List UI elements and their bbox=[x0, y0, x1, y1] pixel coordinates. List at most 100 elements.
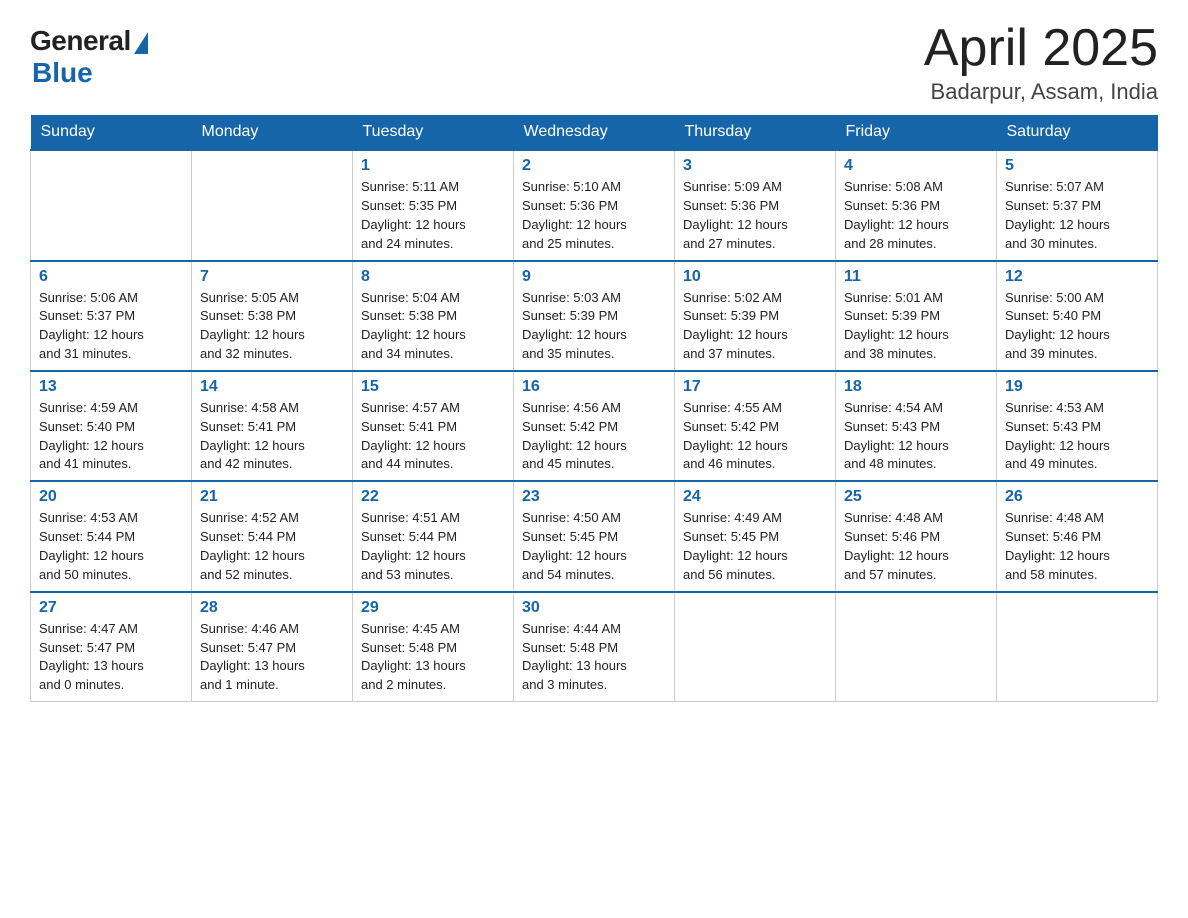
day-number: 13 bbox=[39, 378, 183, 396]
calendar-cell: 1 Sunrise: 5:11 AM Sunset: 5:35 PM Daylig… bbox=[353, 150, 514, 260]
day-info: Sunrise: 5:06 AM Sunset: 5:37 PM Dayligh… bbox=[39, 289, 183, 364]
calendar-cell: 14 Sunrise: 4:58 AM Sunset: 5:41 PM Dayli… bbox=[192, 371, 353, 481]
location-subtitle: Badarpur, Assam, India bbox=[924, 79, 1158, 105]
calendar-cell: 15 Sunrise: 4:57 AM Sunset: 5:41 PM Dayli… bbox=[353, 371, 514, 481]
day-number: 19 bbox=[1005, 378, 1149, 396]
day-info: Sunrise: 5:00 AM Sunset: 5:40 PM Dayligh… bbox=[1005, 289, 1149, 364]
day-info: Sunrise: 4:47 AM Sunset: 5:47 PM Dayligh… bbox=[39, 620, 183, 695]
calendar-week-row: 6Sunrise: 5:06 AM Sunset: 5:37 PM Daylig… bbox=[31, 261, 1158, 371]
day-info: Sunrise: 4:53 AM Sunset: 5:44 PM Dayligh… bbox=[39, 509, 183, 584]
calendar-cell: 29Sunrise: 4:45 AM Sunset: 5:48 PM Dayli… bbox=[353, 592, 514, 702]
day-number: 15 bbox=[361, 378, 505, 396]
day-info: Sunrise: 4:50 AM Sunset: 5:45 PM Dayligh… bbox=[522, 509, 666, 584]
calendar-cell: 27 Sunrise: 4:47 AM Sunset: 5:47 PM Dayli… bbox=[31, 592, 192, 702]
day-info: Sunrise: 5:11 AM Sunset: 5:35 PM Dayligh… bbox=[361, 178, 505, 253]
day-info: Sunrise: 5:08 AM Sunset: 5:36 PM Dayligh… bbox=[844, 178, 988, 253]
weekday-header: Tuesday bbox=[353, 115, 514, 150]
day-number: 27 bbox=[39, 599, 183, 617]
logo-blue-text: Blue bbox=[32, 57, 93, 89]
calendar-cell: 26 Sunrise: 4:48 AM Sunset: 5:46 PM Dayli… bbox=[997, 481, 1158, 591]
calendar-cell: 8Sunrise: 5:04 AM Sunset: 5:38 PM Daylig… bbox=[353, 261, 514, 371]
day-number: 12 bbox=[1005, 268, 1149, 286]
day-info: Sunrise: 4:58 AM Sunset: 5:41 PM Dayligh… bbox=[200, 399, 344, 474]
weekday-header: Thursday bbox=[675, 115, 836, 150]
day-number: 29 bbox=[361, 599, 505, 617]
calendar-cell: 4 Sunrise: 5:08 AM Sunset: 5:36 PM Daylig… bbox=[836, 150, 997, 260]
day-number: 26 bbox=[1005, 488, 1149, 506]
day-info: Sunrise: 4:51 AM Sunset: 5:44 PM Dayligh… bbox=[361, 509, 505, 584]
weekday-header: Saturday bbox=[997, 115, 1158, 150]
calendar-week-row: 20Sunrise: 4:53 AM Sunset: 5:44 PM Dayli… bbox=[31, 481, 1158, 591]
day-info: Sunrise: 4:56 AM Sunset: 5:42 PM Dayligh… bbox=[522, 399, 666, 474]
title-section: April 2025 Badarpur, Assam, India bbox=[924, 20, 1158, 105]
day-number: 24 bbox=[683, 488, 827, 506]
calendar-cell: 7 Sunrise: 5:05 AM Sunset: 5:38 PM Daylig… bbox=[192, 261, 353, 371]
day-info: Sunrise: 5:01 AM Sunset: 5:39 PM Dayligh… bbox=[844, 289, 988, 364]
calendar-cell bbox=[675, 592, 836, 702]
calendar-week-row: 1 Sunrise: 5:11 AM Sunset: 5:35 PM Daylig… bbox=[31, 150, 1158, 260]
logo-general-text: General bbox=[30, 25, 131, 57]
calendar-week-row: 27 Sunrise: 4:47 AM Sunset: 5:47 PM Dayli… bbox=[31, 592, 1158, 702]
page-header: General Blue April 2025 Badarpur, Assam,… bbox=[30, 20, 1158, 105]
day-number: 4 bbox=[844, 157, 988, 175]
day-number: 7 bbox=[200, 268, 344, 286]
calendar-cell: 19 Sunrise: 4:53 AM Sunset: 5:43 PM Dayli… bbox=[997, 371, 1158, 481]
day-number: 30 bbox=[522, 599, 666, 617]
day-info: Sunrise: 5:07 AM Sunset: 5:37 PM Dayligh… bbox=[1005, 178, 1149, 253]
weekday-header: Monday bbox=[192, 115, 353, 150]
day-number: 14 bbox=[200, 378, 344, 396]
calendar-cell: 22 Sunrise: 4:51 AM Sunset: 5:44 PM Dayli… bbox=[353, 481, 514, 591]
month-title: April 2025 bbox=[924, 20, 1158, 77]
calendar-table: SundayMondayTuesdayWednesdayThursdayFrid… bbox=[30, 115, 1158, 702]
calendar-cell bbox=[997, 592, 1158, 702]
day-info: Sunrise: 4:44 AM Sunset: 5:48 PM Dayligh… bbox=[522, 620, 666, 695]
day-number: 23 bbox=[522, 488, 666, 506]
day-info: Sunrise: 4:48 AM Sunset: 5:46 PM Dayligh… bbox=[1005, 509, 1149, 584]
day-info: Sunrise: 4:59 AM Sunset: 5:40 PM Dayligh… bbox=[39, 399, 183, 474]
day-number: 8 bbox=[361, 268, 505, 286]
calendar-cell: 5 Sunrise: 5:07 AM Sunset: 5:37 PM Daylig… bbox=[997, 150, 1158, 260]
day-info: Sunrise: 5:03 AM Sunset: 5:39 PM Dayligh… bbox=[522, 289, 666, 364]
day-info: Sunrise: 4:57 AM Sunset: 5:41 PM Dayligh… bbox=[361, 399, 505, 474]
weekday-header: Sunday bbox=[31, 115, 192, 150]
day-info: Sunrise: 5:05 AM Sunset: 5:38 PM Dayligh… bbox=[200, 289, 344, 364]
day-info: Sunrise: 5:02 AM Sunset: 5:39 PM Dayligh… bbox=[683, 289, 827, 364]
day-info: Sunrise: 4:52 AM Sunset: 5:44 PM Dayligh… bbox=[200, 509, 344, 584]
day-number: 10 bbox=[683, 268, 827, 286]
calendar-body: 1 Sunrise: 5:11 AM Sunset: 5:35 PM Daylig… bbox=[31, 150, 1158, 701]
day-info: Sunrise: 4:55 AM Sunset: 5:42 PM Dayligh… bbox=[683, 399, 827, 474]
calendar-cell: 20Sunrise: 4:53 AM Sunset: 5:44 PM Dayli… bbox=[31, 481, 192, 591]
calendar-cell: 24 Sunrise: 4:49 AM Sunset: 5:45 PM Dayli… bbox=[675, 481, 836, 591]
calendar-cell: 30 Sunrise: 4:44 AM Sunset: 5:48 PM Dayli… bbox=[514, 592, 675, 702]
weekday-header: Wednesday bbox=[514, 115, 675, 150]
calendar-cell bbox=[836, 592, 997, 702]
calendar-cell: 9Sunrise: 5:03 AM Sunset: 5:39 PM Daylig… bbox=[514, 261, 675, 371]
day-number: 16 bbox=[522, 378, 666, 396]
day-number: 22 bbox=[361, 488, 505, 506]
day-number: 1 bbox=[361, 157, 505, 175]
day-number: 2 bbox=[522, 157, 666, 175]
calendar-cell: 21Sunrise: 4:52 AM Sunset: 5:44 PM Dayli… bbox=[192, 481, 353, 591]
day-info: Sunrise: 4:54 AM Sunset: 5:43 PM Dayligh… bbox=[844, 399, 988, 474]
calendar-cell: 28 Sunrise: 4:46 AM Sunset: 5:47 PM Dayli… bbox=[192, 592, 353, 702]
day-number: 28 bbox=[200, 599, 344, 617]
day-number: 5 bbox=[1005, 157, 1149, 175]
day-info: Sunrise: 4:49 AM Sunset: 5:45 PM Dayligh… bbox=[683, 509, 827, 584]
calendar-cell: 18 Sunrise: 4:54 AM Sunset: 5:43 PM Dayli… bbox=[836, 371, 997, 481]
calendar-cell: 17Sunrise: 4:55 AM Sunset: 5:42 PM Dayli… bbox=[675, 371, 836, 481]
header-row: SundayMondayTuesdayWednesdayThursdayFrid… bbox=[31, 115, 1158, 150]
day-info: Sunrise: 4:48 AM Sunset: 5:46 PM Dayligh… bbox=[844, 509, 988, 584]
day-info: Sunrise: 5:09 AM Sunset: 5:36 PM Dayligh… bbox=[683, 178, 827, 253]
day-info: Sunrise: 4:53 AM Sunset: 5:43 PM Dayligh… bbox=[1005, 399, 1149, 474]
logo-triangle-icon bbox=[134, 32, 148, 54]
day-info: Sunrise: 5:10 AM Sunset: 5:36 PM Dayligh… bbox=[522, 178, 666, 253]
day-number: 18 bbox=[844, 378, 988, 396]
weekday-header: Friday bbox=[836, 115, 997, 150]
calendar-cell: 25Sunrise: 4:48 AM Sunset: 5:46 PM Dayli… bbox=[836, 481, 997, 591]
calendar-cell bbox=[31, 150, 192, 260]
logo: General Blue bbox=[30, 25, 148, 89]
day-info: Sunrise: 4:46 AM Sunset: 5:47 PM Dayligh… bbox=[200, 620, 344, 695]
calendar-cell: 16 Sunrise: 4:56 AM Sunset: 5:42 PM Dayli… bbox=[514, 371, 675, 481]
calendar-cell: 10 Sunrise: 5:02 AM Sunset: 5:39 PM Dayli… bbox=[675, 261, 836, 371]
day-number: 3 bbox=[683, 157, 827, 175]
